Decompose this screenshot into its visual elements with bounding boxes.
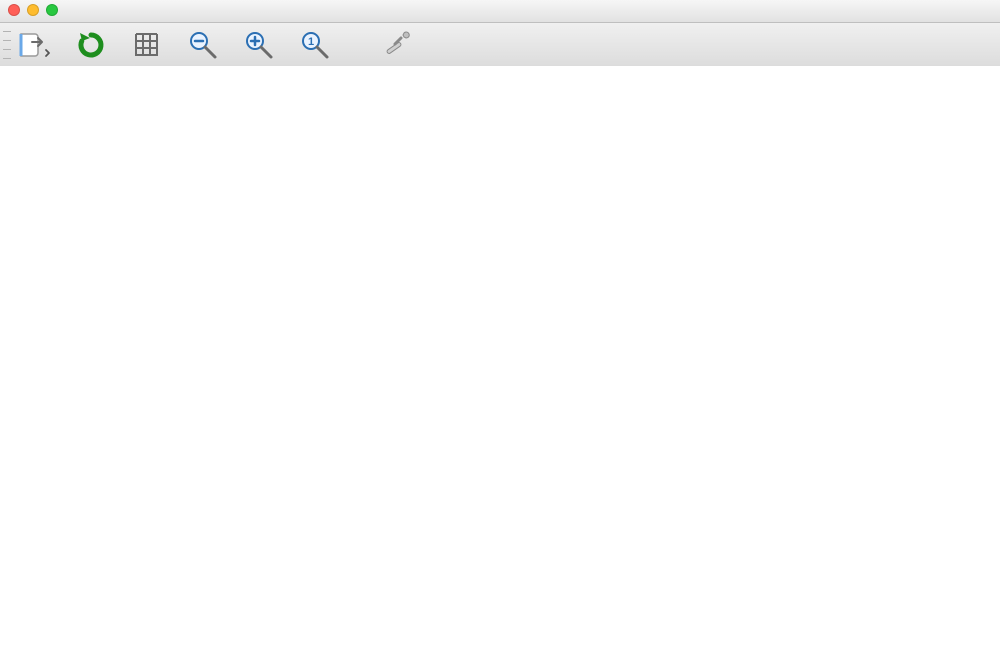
refresh-icon [76, 30, 106, 60]
refresh-button[interactable] [74, 28, 108, 62]
chart-svg[interactable] [0, 66, 1000, 669]
grid-icon [132, 30, 162, 60]
zoom-out-icon [187, 29, 219, 61]
svg-text:1: 1 [308, 36, 314, 48]
grid-button[interactable] [130, 28, 164, 62]
minimize-icon[interactable] [27, 4, 39, 16]
close-icon[interactable] [8, 4, 20, 16]
window-controls [8, 4, 58, 16]
zoom-reset-icon: 1 [299, 29, 331, 61]
export-icon [18, 30, 52, 60]
toolbar-grip [3, 31, 11, 59]
zoom-in-button[interactable] [242, 28, 276, 62]
toolbar: 1 [0, 23, 1000, 68]
settings-icon [381, 29, 413, 61]
zoom-window-icon[interactable] [46, 4, 58, 16]
settings-button[interactable] [380, 28, 414, 62]
chart-area [0, 66, 1000, 669]
export-button[interactable] [18, 28, 52, 62]
zoom-in-icon [243, 29, 275, 61]
window-titlebar [0, 0, 1000, 23]
zoom-reset-button[interactable]: 1 [298, 28, 332, 62]
zoom-out-button[interactable] [186, 28, 220, 62]
